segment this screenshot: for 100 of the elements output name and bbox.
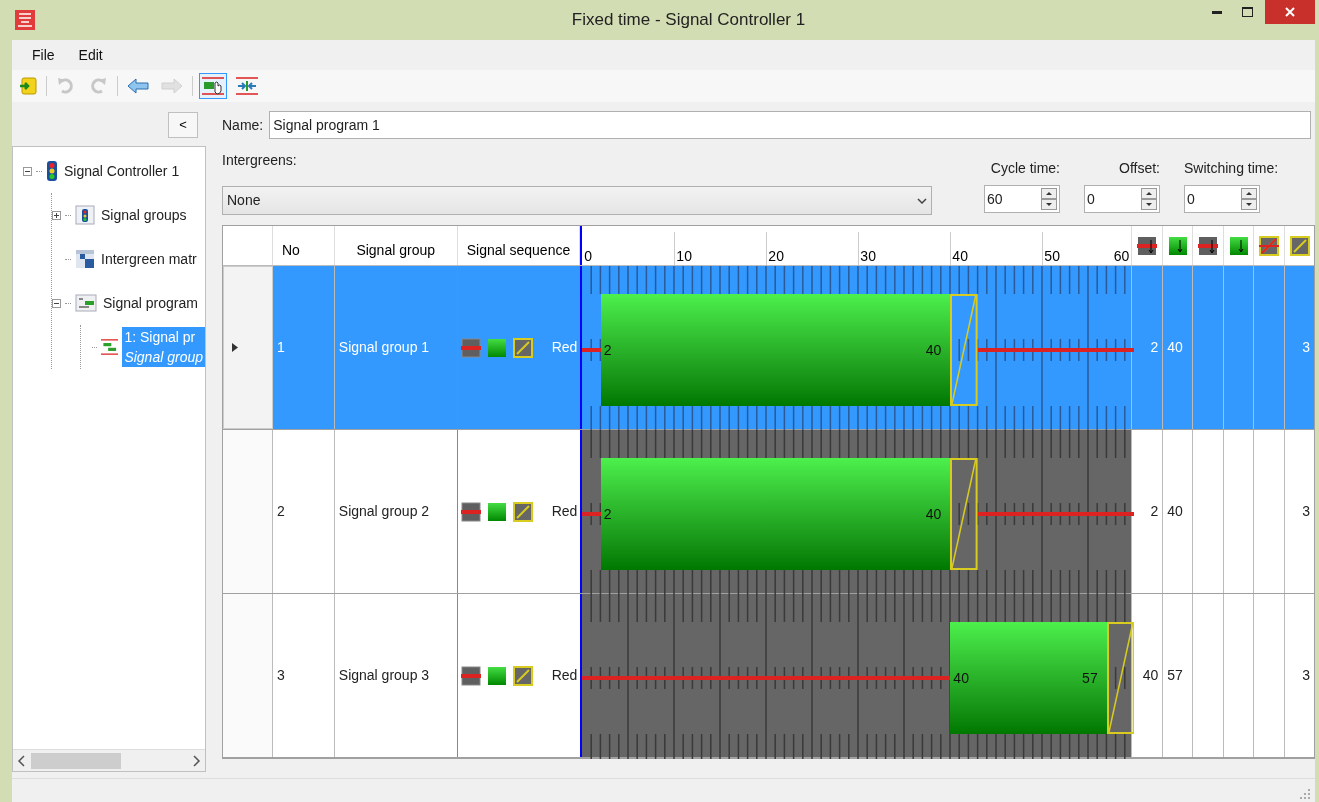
sequence-label: Red (551, 338, 579, 357)
stop-signal-icon (460, 337, 481, 358)
program-bars-icon (75, 294, 97, 312)
close-icon (1285, 7, 1295, 17)
table-cell-text: 57 (1167, 666, 1183, 685)
tree-item[interactable]: Signal groups (99, 205, 189, 225)
table-row[interactable]: 3 Signal group 3 Red 40 57 40 57 3 (223, 594, 1314, 758)
cycle-time-label: Cycle time: (990, 159, 1060, 178)
intergreens-dropdown[interactable]: None (222, 186, 932, 215)
go-end-icon (1228, 235, 1249, 256)
table-cell-text: Signal group 2 (338, 502, 430, 521)
time-tick-label: 40 (952, 248, 968, 264)
name-field[interactable]: Signal program 1 (269, 111, 1311, 139)
collapse-icon[interactable] (52, 298, 61, 308)
time-tick-label: 60 (1113, 248, 1130, 264)
table-cell-text: 1 (276, 338, 285, 357)
table-cell-text: 40 (1167, 502, 1183, 521)
horizontal-scrollbar[interactable] (13, 749, 205, 771)
transition-crossed-icon (1259, 235, 1280, 256)
transition-icon (1289, 235, 1310, 256)
phase-start-label: 40 (953, 669, 969, 688)
column-header[interactable]: Signal group (334, 226, 458, 265)
spin-up-icon[interactable] (1041, 188, 1057, 199)
toolbar-button[interactable] (199, 73, 227, 99)
compress-timeline-icon (236, 76, 258, 96)
table-cell-text: 3 (276, 666, 285, 685)
spin-down-icon[interactable] (1141, 199, 1157, 210)
time-tick-label: 0 (584, 248, 593, 264)
time-tick-label: 20 (768, 248, 784, 264)
go-phase-bar[interactable] (600, 294, 951, 406)
spin-down-icon[interactable] (1241, 199, 1257, 210)
column-header[interactable]: No (272, 226, 335, 265)
menu-item[interactable]: File (22, 44, 65, 66)
spin-down-icon[interactable] (1041, 199, 1057, 210)
go-signal-icon (486, 501, 507, 522)
go-phase-bar[interactable] (950, 622, 1107, 734)
transition-signal-icon (512, 337, 533, 358)
time-tick-label: 30 (860, 248, 876, 264)
traffic-light-icon (46, 161, 58, 181)
collapse-icon[interactable] (23, 166, 32, 176)
signal-program-icon (100, 336, 119, 358)
dropdown-value: None (227, 191, 262, 210)
spin-up-icon[interactable] (1241, 188, 1257, 199)
transition-phase-drawing[interactable] (1106, 622, 1135, 734)
close-button[interactable] (1265, 0, 1315, 24)
menu-item[interactable]: Edit (68, 44, 113, 66)
table-cell-text: 3 (1302, 502, 1310, 521)
stop-end-icon (1137, 235, 1158, 256)
table-cell-text: 40 (1167, 338, 1183, 357)
redo-icon (88, 77, 108, 95)
tree-item-label: 1: Signal pr (124, 328, 197, 347)
stop-signal-icon (460, 501, 481, 522)
sequence-label: Red (551, 666, 579, 685)
time-tick-label: 50 (1044, 248, 1060, 264)
offset-spinner[interactable]: 0 (1084, 185, 1160, 213)
table-row[interactable]: 2 Signal group 2 Red 2 40 2 40 3 (223, 430, 1314, 594)
go-end-icon (1167, 235, 1188, 256)
stop-end-icon (1198, 235, 1219, 256)
collapse-panel-button[interactable]: < (168, 112, 198, 138)
column-header[interactable]: Signal sequence (457, 226, 581, 265)
transition-signal-icon (512, 665, 533, 686)
transition-phase-drawing[interactable] (950, 458, 978, 570)
expand-icon[interactable] (52, 210, 61, 220)
go-signal-icon (486, 665, 507, 686)
switching-time-label: Switching time: (1184, 159, 1279, 178)
spinner-value: 0 (1186, 189, 1196, 209)
exit-door-icon (19, 77, 37, 95)
app-logo-icon[interactable] (15, 10, 35, 30)
phase-end-label: 40 (925, 341, 942, 360)
window-title: Fixed time - Signal Controller 1 (570, 9, 807, 32)
current-row-icon (232, 343, 238, 352)
matrix-icon (75, 249, 95, 269)
undo-icon (56, 77, 76, 95)
intergreens-label: Intergreens: (222, 151, 298, 170)
table-cell-text: 40 (1142, 666, 1159, 685)
switching-time-spinner[interactable]: 0 (1184, 185, 1260, 213)
table-cell-text: 2 (1150, 502, 1159, 521)
transition-signal-icon (512, 501, 533, 522)
phase-end-label: 57 (1082, 669, 1098, 688)
table-cell-text: Signal group 3 (338, 666, 430, 685)
table-cell-text: 3 (1302, 666, 1310, 685)
time-tick-label: 10 (676, 248, 692, 264)
maximize-icon (1241, 7, 1253, 17)
table-cell-text: 3 (1302, 338, 1310, 357)
phase-start-label: 2 (603, 505, 612, 524)
table-row[interactable]: 1 Signal group 1 Red 2 40 2 40 3 (223, 266, 1314, 430)
go-phase-bar[interactable] (600, 458, 951, 570)
resize-grip-icon[interactable] (1299, 788, 1311, 800)
tree-item[interactable]: Intergreen matr (99, 249, 199, 269)
table-cell-text: 2 (1150, 338, 1159, 357)
spin-up-icon[interactable] (1141, 188, 1157, 199)
phase-start-label: 2 (603, 341, 612, 360)
spinner-value: 60 (986, 189, 1004, 209)
tree-item[interactable]: Signal Controller 1 (62, 161, 182, 181)
cycle-time-spinner[interactable]: 60 (984, 185, 1060, 213)
phase-end-label: 40 (925, 505, 942, 524)
tree-item[interactable]: Signal program (101, 293, 200, 313)
chevron-down-icon (917, 197, 927, 204)
name-label: Name: (222, 115, 264, 135)
sequence-label: Red (551, 502, 579, 521)
